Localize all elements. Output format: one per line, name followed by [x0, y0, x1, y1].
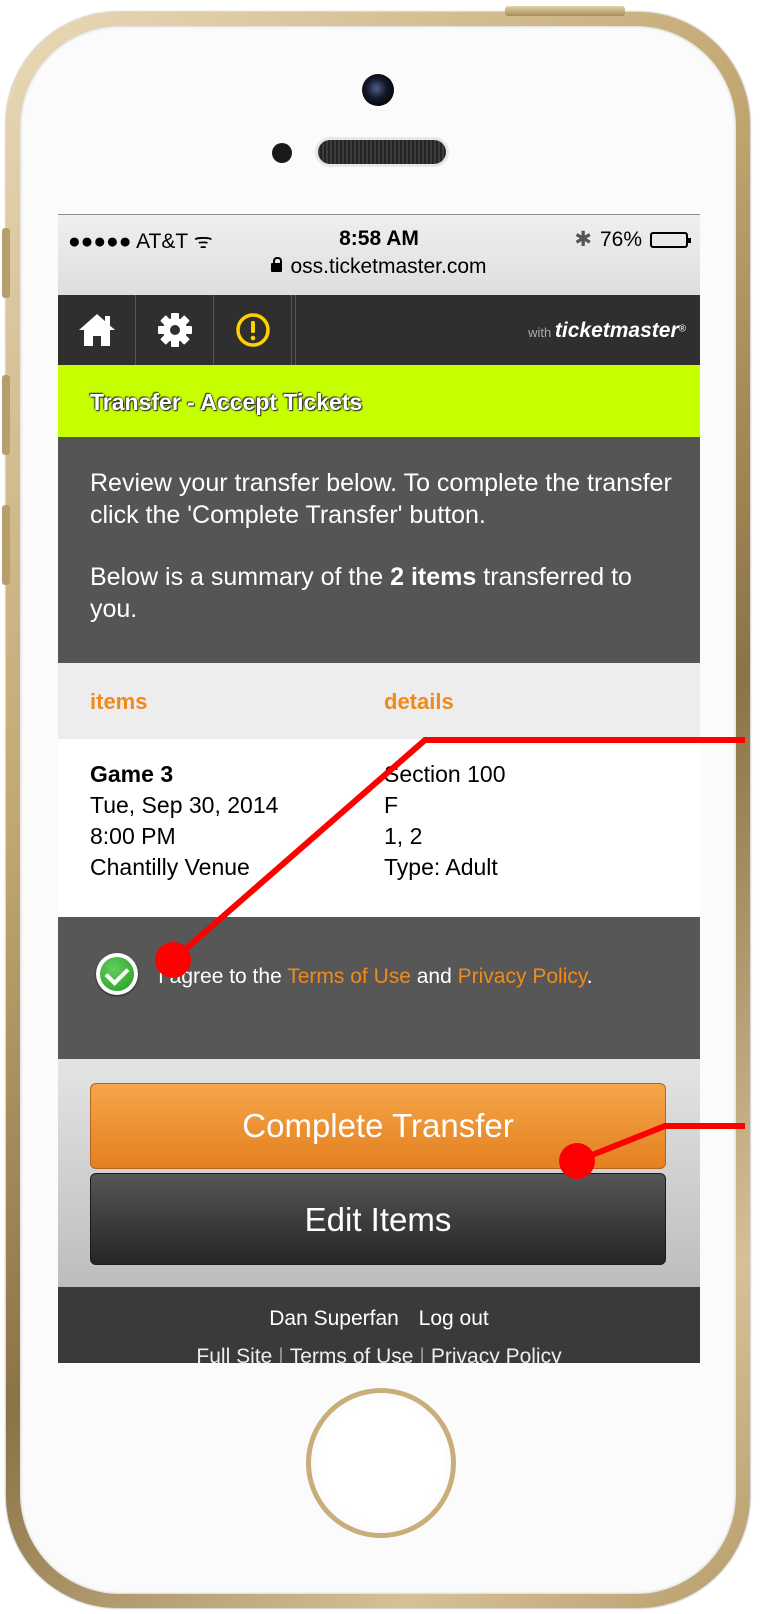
agreement-panel: I agree to the Terms of Use and Privacy …: [58, 917, 700, 1059]
footer-user-row: Dan Superfan Log out: [58, 1307, 700, 1331]
nav-home-button[interactable]: [58, 295, 136, 365]
item-count: 2 items: [390, 563, 477, 591]
bluetooth-icon: ✱: [574, 228, 592, 251]
agree-checkbox[interactable]: [96, 953, 138, 995]
ticket-type: Type: Adult: [384, 854, 498, 880]
alert-icon: [235, 313, 270, 347]
privacy-link[interactable]: Privacy Policy: [458, 965, 587, 988]
phone-screen: ●●●●● AT&T ᯤ 8:58 AM ✱ 76% oss.ticketmas…: [58, 214, 700, 1363]
event-time: 8:00 PM: [90, 823, 176, 849]
user-name: Dan Superfan: [269, 1307, 399, 1330]
edit-items-button[interactable]: Edit Items: [90, 1173, 666, 1265]
top-nav: with ticketmaster®: [58, 295, 700, 365]
table-row: Game 3 Tue, Sep 30, 2014 8:00 PM Chantil…: [58, 739, 700, 917]
table-header: items details: [58, 663, 700, 739]
footer-terms-link[interactable]: Terms of Use: [290, 1345, 414, 1363]
intro-panel: Review your transfer below. To complete …: [58, 437, 700, 663]
brand-prefix: with: [528, 325, 552, 340]
home-button[interactable]: [306, 1388, 456, 1538]
logout-link[interactable]: Log out: [419, 1307, 489, 1330]
button-area: Complete Transfer Edit Items: [58, 1059, 700, 1287]
page-title: Transfer - Accept Tickets: [90, 389, 363, 415]
event-name: Game 3: [90, 761, 174, 787]
url-text: oss.ticketmaster.com: [290, 255, 487, 278]
address-bar[interactable]: oss.ticketmaster.com: [58, 255, 700, 279]
section-value: Section 100: [384, 761, 506, 787]
agreement-pre: I agree to the: [158, 965, 288, 988]
status-bar: ●●●●● AT&T ᯤ 8:58 AM ✱ 76% oss.ticketmas…: [58, 215, 700, 295]
event-venue: Chantilly Venue: [90, 854, 250, 880]
proximity-sensor: [272, 143, 292, 163]
summary-pre: Below is a summary of the: [90, 563, 391, 591]
column-items: items: [90, 689, 148, 714]
complete-transfer-button[interactable]: Complete Transfer: [90, 1083, 666, 1169]
item-cell: Game 3 Tue, Sep 30, 2014 8:00 PM Chantil…: [90, 759, 278, 883]
summary-text: Below is a summary of the 2 items transf…: [90, 561, 680, 625]
battery-percent: 76%: [599, 227, 642, 251]
front-camera: [362, 74, 394, 106]
terms-link[interactable]: Terms of Use: [287, 965, 411, 988]
link-separator: |: [419, 1345, 425, 1363]
mute-switch: [2, 228, 10, 298]
volume-down-button: [2, 505, 10, 585]
lock-icon: [271, 257, 283, 272]
home-icon: [78, 314, 115, 346]
battery-icon: [650, 231, 691, 248]
nav-divider: [292, 295, 296, 365]
seats-value: 1, 2: [384, 823, 423, 849]
full-site-link[interactable]: Full Site: [196, 1345, 272, 1363]
agreement-text: I agree to the Terms of Use and Privacy …: [158, 961, 638, 992]
details-cell: Section 100 F 1, 2 Type: Adult: [384, 759, 505, 883]
agreement-post: .: [586, 965, 593, 988]
volume-up-button: [2, 375, 10, 455]
gear-icon: [157, 313, 192, 347]
earpiece-speaker: [318, 140, 446, 164]
nav-settings-button[interactable]: [136, 295, 214, 365]
footer-links: Full Site | Terms of Use | Privacy Policy: [58, 1345, 700, 1363]
nav-alert-button[interactable]: [214, 295, 292, 365]
agreement-mid: and: [410, 965, 458, 988]
power-button: [505, 6, 625, 16]
column-details: details: [384, 689, 454, 714]
footer: Dan Superfan Log out Full Site | Terms of …: [58, 1287, 700, 1363]
intro-text: Review your transfer below. To complete …: [90, 469, 672, 529]
ticketmaster-logo: with ticketmaster®: [528, 319, 686, 343]
brand-mark: ®: [678, 323, 686, 335]
brand-name: ticketmaster: [554, 319, 679, 342]
status-right: ✱ 76%: [574, 227, 691, 252]
footer-privacy-link[interactable]: Privacy Policy: [431, 1345, 562, 1363]
page-header: Transfer - Accept Tickets: [58, 365, 700, 437]
row-value: F: [384, 792, 399, 818]
event-date: Tue, Sep 30, 2014: [90, 792, 279, 818]
link-separator: |: [278, 1345, 284, 1363]
